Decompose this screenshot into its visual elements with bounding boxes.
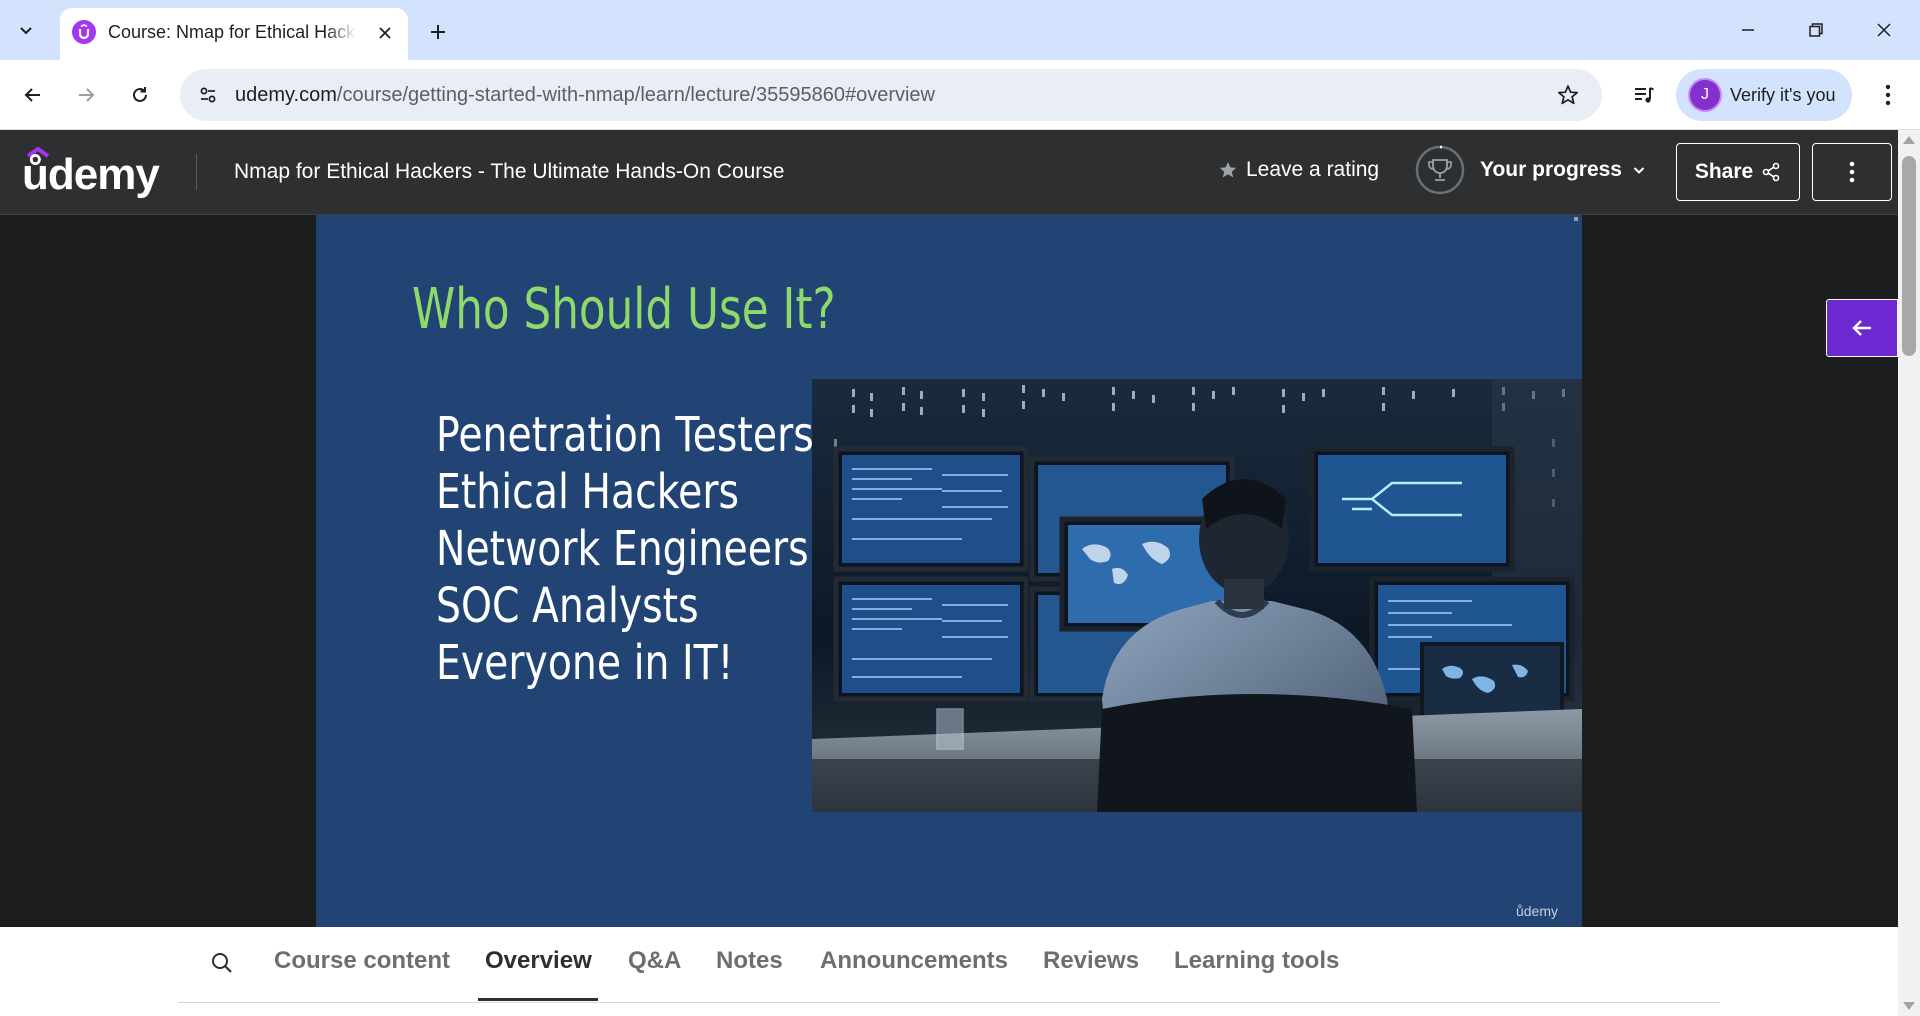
list-item: SOC Analysts bbox=[436, 578, 699, 634]
address-bar[interactable]: udemy.com/course/getting-started-with-nm… bbox=[180, 69, 1602, 121]
reload-icon bbox=[133, 87, 147, 102]
trophy-icon bbox=[1428, 159, 1452, 181]
browser-menu-button[interactable] bbox=[1868, 75, 1908, 115]
tab-learning-tools[interactable]: Learning tools bbox=[1174, 947, 1339, 975]
video-indicator-dot bbox=[1574, 217, 1578, 221]
logo-text: ůdemy bbox=[22, 150, 160, 199]
close-icon bbox=[379, 27, 391, 39]
url-path: /course/getting-started-with-nmap/learn/… bbox=[336, 84, 935, 106]
browser-tab-title: Course: Nmap for Ethical Hackers - The U… bbox=[108, 22, 356, 44]
share-icon bbox=[1762, 162, 1780, 182]
slide-photo-analyst-at-monitors bbox=[812, 379, 1582, 812]
arrow-left-icon bbox=[1852, 320, 1871, 336]
course-title[interactable]: Nmap for Ethical Hackers - The Ultimate … bbox=[234, 160, 784, 184]
scroll-up-arrow-icon[interactable] bbox=[1903, 136, 1915, 144]
share-label: Share bbox=[1694, 160, 1754, 183]
search-icon bbox=[212, 953, 232, 973]
star-icon bbox=[1219, 162, 1237, 178]
kebab-menu-icon bbox=[1885, 84, 1891, 106]
browser-toolbar: udemy.com/course/getting-started-with-nm… bbox=[0, 60, 1920, 130]
tab-reviews[interactable]: Reviews bbox=[1043, 947, 1139, 975]
list-item: Ethical Hackers bbox=[436, 464, 740, 520]
plus-icon bbox=[431, 25, 445, 39]
tab-qa[interactable]: Q&A bbox=[628, 947, 681, 975]
page-scrollbar[interactable] bbox=[1898, 130, 1920, 1016]
bookmark-button[interactable] bbox=[1552, 79, 1584, 111]
forward-arrow-icon bbox=[79, 88, 95, 102]
active-tab-indicator bbox=[478, 998, 598, 1001]
slide-title: Who Should Use It? bbox=[412, 277, 836, 342]
tab-search[interactable] bbox=[208, 949, 236, 977]
tab-list: Course content Overview Q&A Notes Announ… bbox=[178, 927, 1720, 1003]
udemy-logo[interactable]: ůdemy bbox=[22, 146, 162, 199]
media-controls-button[interactable] bbox=[1624, 75, 1664, 115]
back-button[interactable] bbox=[13, 75, 53, 115]
more-options-button[interactable] bbox=[1812, 143, 1892, 201]
minimize-button[interactable] bbox=[1726, 8, 1770, 52]
close-icon bbox=[1877, 23, 1891, 37]
leave-rating-button[interactable]: Leave a rating bbox=[1218, 158, 1379, 182]
tab-close-button[interactable] bbox=[372, 20, 398, 46]
list-item: Penetration Testers bbox=[436, 407, 814, 463]
avatar: J bbox=[1690, 80, 1720, 110]
tab-notes[interactable]: Notes bbox=[716, 947, 783, 975]
new-tab-button[interactable] bbox=[420, 14, 456, 50]
minimize-icon bbox=[1742, 29, 1754, 31]
tab-search-button[interactable] bbox=[8, 12, 44, 48]
lecture-slide: Who Should Use It? Penetration Testers E… bbox=[316, 215, 1582, 927]
progress-dropdown[interactable]: Your progress bbox=[1414, 144, 1646, 196]
share-button[interactable]: Share bbox=[1676, 143, 1800, 201]
list-item: Everyone in IT! bbox=[436, 635, 734, 691]
course-tab-bar: Course content Overview Q&A Notes Announ… bbox=[0, 927, 1898, 1016]
forward-button[interactable] bbox=[66, 75, 106, 115]
reload-button[interactable] bbox=[120, 75, 160, 115]
kebab-menu-icon bbox=[1849, 161, 1855, 183]
header-divider bbox=[196, 154, 197, 190]
browser-tab-strip: Course: Nmap for Ethical Hackers - The U… bbox=[0, 0, 1920, 60]
progress-ring bbox=[1414, 144, 1466, 196]
window-close-button[interactable] bbox=[1862, 8, 1906, 52]
restore-button[interactable] bbox=[1794, 8, 1838, 52]
tab-course-content[interactable]: Course content bbox=[274, 947, 450, 975]
site-info-button[interactable] bbox=[192, 79, 224, 111]
video-player[interactable]: Who Should Use It? Penetration Testers E… bbox=[0, 215, 1898, 927]
star-icon bbox=[1557, 85, 1579, 105]
open-course-sidebar-button[interactable] bbox=[1826, 299, 1898, 357]
browser-tab-active[interactable]: Course: Nmap for Ethical Hackers - The U… bbox=[60, 8, 408, 60]
verify-label: Verify it's you bbox=[1730, 84, 1836, 105]
profile-verify-button[interactable]: J Verify it's you bbox=[1676, 69, 1852, 121]
tab-announcements[interactable]: Announcements bbox=[820, 947, 1008, 975]
list-item: Network Engineers bbox=[436, 521, 809, 577]
progress-label: Your progress bbox=[1480, 158, 1622, 181]
back-arrow-icon bbox=[24, 88, 40, 102]
course-header: ůdemy Nmap for Ethical Hackers - The Ult… bbox=[0, 130, 1898, 215]
tune-icon bbox=[200, 87, 216, 103]
tab-overview[interactable]: Overview bbox=[485, 947, 592, 975]
restore-icon bbox=[1809, 23, 1823, 37]
scroll-thumb[interactable] bbox=[1902, 156, 1916, 356]
media-queue-icon bbox=[1635, 87, 1654, 103]
url-host: udemy.com bbox=[235, 84, 337, 106]
udemy-favicon-icon bbox=[72, 20, 96, 44]
scroll-down-arrow-icon[interactable] bbox=[1903, 1002, 1915, 1010]
rating-label: Leave a rating bbox=[1246, 158, 1380, 181]
chevron-down-icon bbox=[20, 27, 32, 35]
url-text[interactable]: udemy.com/course/getting-started-with-nm… bbox=[235, 84, 935, 107]
chevron-down-icon bbox=[1633, 167, 1645, 174]
slide-watermark: ůdemy bbox=[1515, 903, 1558, 919]
